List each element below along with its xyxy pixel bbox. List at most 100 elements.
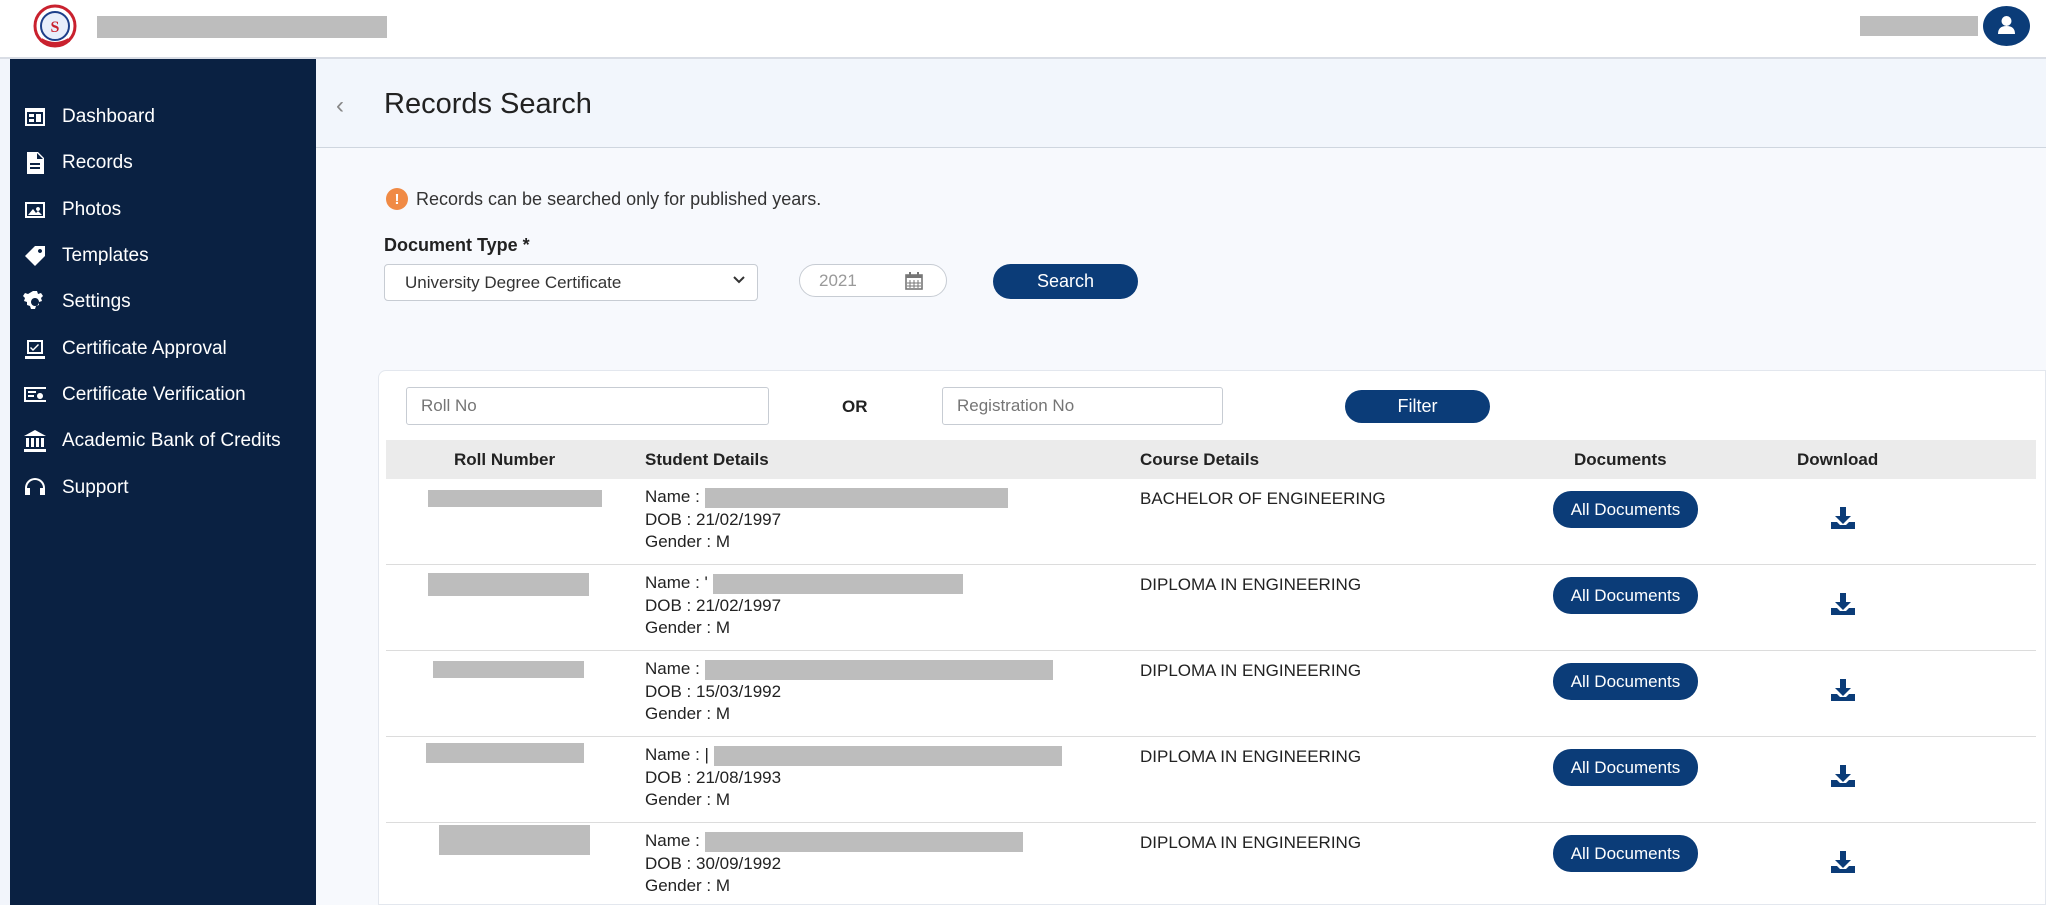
sidebar-item-templates[interactable]: Templates <box>10 233 316 279</box>
redacted-student-name <box>704 487 1008 508</box>
dob-text: DOB : 21/02/1997 <box>645 509 782 529</box>
download-icon[interactable] <box>1830 764 1856 788</box>
course-text: DIPLOMA IN ENGINEERING <box>1140 833 1362 852</box>
name-label: Name : | <box>645 745 709 764</box>
column-header-documents: Documents <box>1574 450 1667 469</box>
gender-text: Gender : M <box>645 876 731 895</box>
dob-text: DOB : 21/08/1993 <box>645 767 782 787</box>
document-type-value: University Degree Certificate <box>405 273 622 292</box>
sidebar-item-label: Support <box>62 476 129 498</box>
download-icon[interactable] <box>1830 592 1856 616</box>
student-details: Name : ' DOB : 21/02/1997 Gender : M <box>645 572 963 640</box>
redacted-brand-name <box>97 16 387 38</box>
registration-no-input[interactable] <box>942 387 1223 425</box>
table-header: Roll Number Student Details Course Detai… <box>386 440 2036 479</box>
main-content: ! Records can be searched only for publi… <box>316 148 2046 905</box>
bank-icon <box>22 428 48 454</box>
sidebar-item-records[interactable]: Records <box>10 140 316 186</box>
dob-text: DOB : 30/09/1992 <box>645 853 782 873</box>
notice-text: Records can be searched only for publish… <box>416 188 822 209</box>
gender-text: Gender : M <box>645 618 731 637</box>
roll-no-input[interactable] <box>406 387 769 425</box>
sidebar-item-label: Dashboard <box>62 106 155 128</box>
sidebar-item-label: Certificate Approval <box>62 337 227 359</box>
sidebar-item-certificate-verification[interactable]: Certificate Verification <box>10 372 316 418</box>
download-icon[interactable] <box>1830 678 1856 702</box>
redacted-student-name <box>704 659 1053 680</box>
sidebar-item-label: Certificate Verification <box>62 383 246 405</box>
name-label: Name : <box>645 831 700 850</box>
student-details: Name : DOB : 30/09/1992 Gender : M <box>645 830 1023 898</box>
filter-button[interactable]: Filter <box>1345 390 1490 423</box>
verification-icon <box>22 382 48 408</box>
tag-icon <box>22 243 48 269</box>
page-title: Records Search <box>384 88 592 120</box>
gender-text: Gender : M <box>645 532 731 551</box>
dob-text: DOB : 21/02/1997 <box>645 595 782 615</box>
approval-icon <box>22 336 48 362</box>
all-documents-button[interactable]: All Documents <box>1553 577 1698 614</box>
all-documents-button[interactable]: All Documents <box>1553 835 1698 872</box>
calendar-icon[interactable] <box>904 271 924 291</box>
university-logo[interactable]: S <box>31 4 79 48</box>
redacted-roll-number <box>426 743 584 763</box>
headset-icon <box>22 475 48 501</box>
user-avatar-button[interactable] <box>1983 6 2030 46</box>
results-card: OR Filter Roll Number Student Details Co… <box>378 370 2046 905</box>
sidebar-item-label: Records <box>62 152 133 174</box>
notice: ! Records can be searched only for publi… <box>386 188 821 210</box>
all-documents-button[interactable]: All Documents <box>1553 663 1698 700</box>
download-icon[interactable] <box>1830 506 1856 530</box>
sidebar-item-certificate-approval[interactable]: Certificate Approval <box>10 325 316 371</box>
dob-text: DOB : 15/03/1992 <box>645 681 782 701</box>
table-row: Name : DOB : 15/03/1992 Gender : M DIPLO… <box>386 651 2036 737</box>
document-type-select[interactable]: University Degree Certificate <box>384 264 758 301</box>
redacted-roll-number <box>433 661 584 678</box>
column-header-roll-number: Roll Number <box>454 450 556 469</box>
sidebar-item-academic-bank-of-credits[interactable]: Academic Bank of Credits <box>10 418 316 464</box>
sidebar-item-settings[interactable]: Settings <box>10 279 316 325</box>
or-label: OR <box>842 397 868 416</box>
student-details: Name : | DOB : 21/08/1993 Gender : M <box>645 744 1062 812</box>
user-icon <box>1998 16 2015 34</box>
year-picker[interactable]: 2021 <box>799 264 947 297</box>
document-type-label: Document Type * <box>384 235 530 255</box>
page-header: ‹ Records Search <box>316 59 2046 148</box>
redacted-student-name <box>712 573 963 594</box>
name-label: Name : <box>645 487 700 506</box>
sidebar-item-photos[interactable]: Photos <box>10 187 316 233</box>
redacted-student-name <box>713 745 1062 766</box>
student-details: Name : DOB : 15/03/1992 Gender : M <box>645 658 1053 726</box>
sidebar-item-label: Templates <box>62 245 149 267</box>
redacted-roll-number <box>428 490 602 507</box>
gear-icon <box>22 289 48 315</box>
collapse-sidebar-chevron-icon[interactable]: ‹ <box>336 92 344 120</box>
download-icon[interactable] <box>1830 850 1856 874</box>
gender-text: Gender : M <box>645 790 731 809</box>
course-text: BACHELOR OF ENGINEERING <box>1140 489 1386 508</box>
results-table: Name : DOB : 21/02/1997 Gender : M BACHE… <box>386 479 2036 905</box>
sidebar-item-label: Academic Bank of Credits <box>62 430 281 452</box>
top-bar: S <box>0 0 2046 59</box>
name-label: Name : <box>645 659 700 678</box>
redacted-user-name <box>1860 16 1978 36</box>
course-text: DIPLOMA IN ENGINEERING <box>1140 747 1362 766</box>
logo-text: S <box>51 19 60 36</box>
name-label: Name : ' <box>645 573 708 592</box>
dashboard-icon <box>22 104 48 130</box>
all-documents-button[interactable]: All Documents <box>1553 491 1698 528</box>
year-value: 2021 <box>819 271 857 290</box>
column-header-course-details: Course Details <box>1140 450 1260 469</box>
sidebar: Dashboard Records Photos Templates Setti… <box>10 59 316 905</box>
file-icon <box>22 150 48 176</box>
table-row: Name : ' DOB : 21/02/1997 Gender : M DIP… <box>386 565 2036 651</box>
redacted-student-name <box>704 831 1023 852</box>
sidebar-item-dashboard[interactable]: Dashboard <box>10 94 316 140</box>
search-button[interactable]: Search <box>993 264 1138 299</box>
info-icon: ! <box>386 188 408 210</box>
sidebar-item-support[interactable]: Support <box>10 464 316 510</box>
redacted-roll-number <box>428 573 589 596</box>
all-documents-button[interactable]: All Documents <box>1553 749 1698 786</box>
student-details: Name : DOB : 21/02/1997 Gender : M <box>645 486 1008 554</box>
gender-text: Gender : M <box>645 704 731 723</box>
